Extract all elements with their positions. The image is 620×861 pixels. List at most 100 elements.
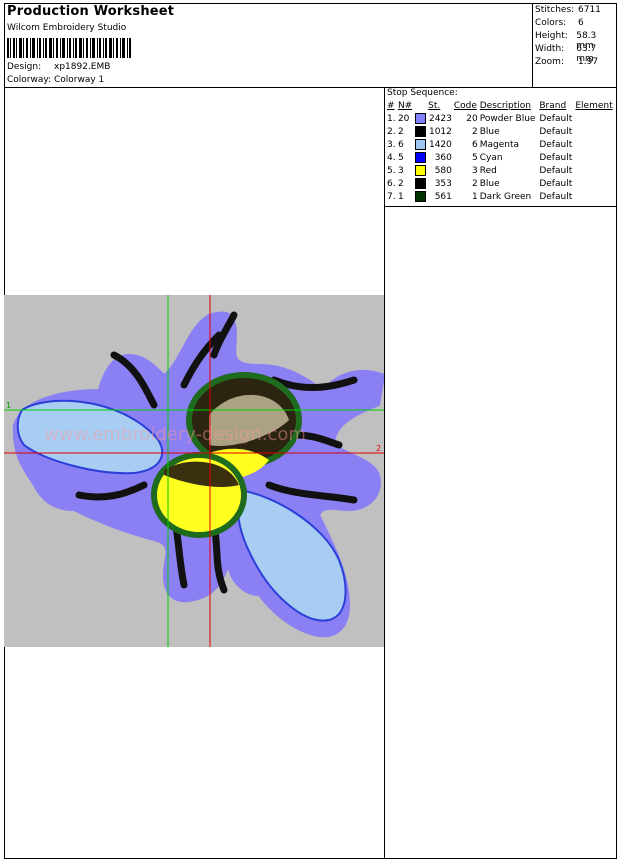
col-index: # xyxy=(387,101,395,111)
row-stitches: 353 xyxy=(434,178,452,189)
stop-sequence-table: # N# St. Code Description Brand Element … xyxy=(386,100,615,203)
row-description: Red xyxy=(479,165,497,176)
axis-label-1: 1 xyxy=(6,401,11,410)
color-swatch xyxy=(414,164,427,177)
axis-label-2: 2 xyxy=(376,444,381,453)
color-swatch xyxy=(414,190,427,203)
row-code: 3 xyxy=(472,165,478,176)
row-index: 6. xyxy=(387,178,396,189)
row-element xyxy=(574,190,615,203)
stat-height: Height: 58.3 mm xyxy=(535,31,615,51)
row-element xyxy=(574,125,615,138)
stat-label: Colors: xyxy=(535,18,567,28)
row-stitches: 360 xyxy=(434,152,452,163)
stat-value: 1.97 xyxy=(578,57,599,67)
row-code: 2 xyxy=(472,178,478,189)
row-brand: Default xyxy=(539,165,573,176)
row-stitches: 561 xyxy=(434,191,452,202)
color-swatch xyxy=(414,151,427,164)
table-row: 6. 2 353 2 Blue Default xyxy=(386,177,615,190)
stop-sequence-title: Stop Sequence: xyxy=(387,88,458,98)
row-needle: 2 xyxy=(397,126,404,137)
row-brand: Default xyxy=(539,152,573,163)
row-brand: Default xyxy=(539,126,573,137)
table-row: 4. 5 360 5 Cyan Default xyxy=(386,151,615,164)
row-code: 5 xyxy=(472,152,478,163)
stats-panel: Stitches: 6711 Colors: 6 Height: 58.3 mm Wi… xyxy=(535,5,615,70)
col-needle: N# xyxy=(397,101,413,111)
row-stitches: 1420 xyxy=(428,139,452,150)
row-index: 7. xyxy=(387,191,396,202)
row-brand: Default xyxy=(539,178,573,189)
col-brand: Brand xyxy=(539,101,567,111)
color-swatch xyxy=(414,138,427,151)
table-row: 3. 6 1420 6 Magenta Default xyxy=(386,138,615,151)
row-element xyxy=(574,138,615,151)
stats-divider xyxy=(532,3,533,88)
col-description: Description xyxy=(479,101,532,111)
row-index: 2. xyxy=(387,126,396,137)
row-index: 1. xyxy=(387,113,396,124)
table-divider xyxy=(384,206,617,207)
row-needle: 2 xyxy=(397,178,404,189)
row-needle: 5 xyxy=(397,152,404,163)
table-header-row: # N# St. Code Description Brand Element xyxy=(386,100,615,112)
color-swatch-box xyxy=(414,152,426,163)
row-stitches: 580 xyxy=(434,165,452,176)
row-description: Cyan xyxy=(479,152,503,163)
row-description: Dark Green xyxy=(479,191,532,202)
table-row: 1. 20 2423 20 Powder Blue Default xyxy=(386,112,615,125)
table-row: 2. 2 1012 2 Blue Default xyxy=(386,125,615,138)
colorway-label: Colorway: xyxy=(7,75,52,85)
column-divider xyxy=(384,87,385,859)
design-value: xp1892.EMB xyxy=(54,62,111,72)
design-preview: 1 2 www.embroidery-design.com xyxy=(4,295,384,647)
page-title: Production Worksheet xyxy=(7,4,175,19)
stat-label: Stitches: xyxy=(535,5,575,15)
color-swatch xyxy=(414,125,427,138)
stat-label: Height: xyxy=(535,31,568,41)
row-element xyxy=(574,151,615,164)
row-stitches: 1012 xyxy=(428,126,452,137)
colorway-value: Colorway 1 xyxy=(54,75,105,85)
stat-value: 58.3 mm xyxy=(576,31,597,51)
row-code: 1 xyxy=(472,191,478,202)
stat-label: Width: xyxy=(535,44,565,54)
table-row: 5. 3 580 3 Red Default xyxy=(386,164,615,177)
row-index: 5. xyxy=(387,165,396,176)
row-description: Magenta xyxy=(479,139,520,150)
stat-label: Zoom: xyxy=(535,57,564,67)
color-swatch xyxy=(414,177,427,190)
row-index: 4. xyxy=(387,152,396,163)
row-index: 3. xyxy=(387,139,396,150)
barcode xyxy=(7,38,131,58)
row-needle: 1 xyxy=(397,191,404,202)
stat-zoom: Zoom: 1.97 xyxy=(535,57,615,70)
color-swatch xyxy=(414,112,427,125)
stat-value: 6711 xyxy=(578,5,601,15)
stat-stitches: Stitches: 6711 xyxy=(535,5,615,18)
design-label: Design: xyxy=(7,62,42,72)
color-swatch-box xyxy=(414,126,426,137)
row-needle: 3 xyxy=(397,165,404,176)
row-brand: Default xyxy=(539,113,573,124)
table-row: 7. 1 561 1 Dark Green Default xyxy=(386,190,615,203)
col-stitches: St. xyxy=(428,101,441,111)
software-name: Wilcom Embroidery Studio xyxy=(7,23,127,33)
stat-colors: Colors: 6 xyxy=(535,18,615,31)
row-element xyxy=(574,164,615,177)
col-code: Code xyxy=(453,101,477,111)
row-description: Powder Blue xyxy=(479,113,536,124)
row-description: Blue xyxy=(479,126,500,137)
color-swatch-box xyxy=(414,191,426,202)
color-swatch-box xyxy=(414,165,426,176)
row-description: Blue xyxy=(479,178,500,189)
stat-width: Width: 63.7 mm xyxy=(535,44,615,64)
header-divider xyxy=(4,87,617,88)
watermark: www.embroidery-design.com xyxy=(44,424,306,445)
row-brand: Default xyxy=(539,139,573,150)
row-code: 2 xyxy=(472,126,478,137)
row-needle: 20 xyxy=(397,113,410,124)
color-swatch-box xyxy=(414,113,426,124)
row-element xyxy=(574,112,615,125)
